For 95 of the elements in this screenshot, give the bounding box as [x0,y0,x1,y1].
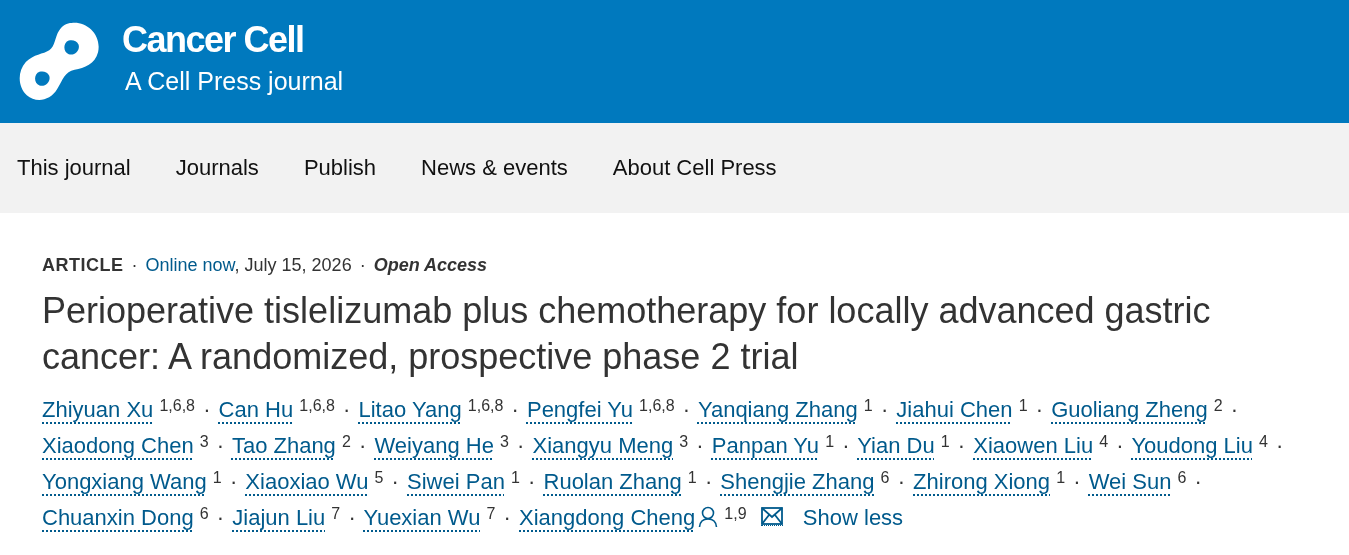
separator-dot: · [229,469,238,494]
author-link[interactable]: Guoliang Zheng [1051,397,1208,422]
author-link[interactable]: Yian Du [857,433,935,458]
author-link[interactable]: Pengfei Yu [526,397,633,422]
author-link[interactable]: Weiyang He [374,433,494,458]
separator-dot: · [359,255,366,276]
affiliation-marks: 6 [199,505,209,522]
affiliation-marks: 7 [486,505,496,522]
publication-date: Online now, July 15, 2026 [145,255,352,276]
separator-dot: · [391,469,399,494]
author-link[interactable]: Shengjie Zhang [720,469,875,494]
separator-dot: · [216,505,225,530]
affiliation-marks: 1 [687,469,697,486]
author-link[interactable]: Ruolan Zhang [543,469,682,494]
affiliation-marks: 1,6,8 [467,397,504,414]
article-type: ARTICLE [42,255,124,276]
separator-dot: · [348,505,356,530]
separator-dot: · [203,397,211,422]
affiliation-marks: 1,6,8 [299,397,335,414]
affiliation-marks: 2 [1213,397,1223,414]
nav-link[interactable]: Publish [303,155,377,181]
author-link[interactable]: Tao Zhang [231,433,336,458]
article-title: Perioperative tislelizumab plus chemotherapy for locally advanced gastric cancer: A randomized, prospective phase 2 trial [42,289,1212,379]
affiliation-marks: 2 [342,433,351,450]
affiliation-marks: 1 [863,397,873,414]
separator-dot: · [511,397,519,422]
show-less-link[interactable]: Show less [802,505,904,530]
affiliation-marks: 4 [1099,433,1109,450]
author-link[interactable]: Youdong Liu [1131,433,1253,458]
separator-dot: · [216,433,225,458]
separator-dot: · [897,469,905,494]
affiliation-marks: 3 [500,433,509,450]
separator-dot: · [343,397,351,422]
separator-dot: · [359,433,367,458]
affiliation-marks: 5 [374,469,384,486]
affiliation-marks: 1 [511,469,520,486]
separator-dot: · [704,469,713,494]
affiliation-marks: 1 [940,433,950,450]
person-icon [698,506,719,528]
affiliation-marks: 1,6,8 [639,397,675,414]
separator-dot: · [682,397,691,422]
author-link[interactable]: Wei Sun [1088,469,1172,494]
logo-icon[interactable] [18,20,100,103]
author-link[interactable]: Chuanxin Dong [42,505,194,530]
author-link[interactable]: Xiaowen Liu [973,433,1094,458]
affiliation-marks: 3 [199,433,209,450]
affiliation-marks: 1 [1018,397,1028,414]
affiliation-marks: 3 [679,433,689,450]
author-link[interactable]: Jiajun Liu [232,505,326,530]
separator-dot: · [1035,397,1043,422]
author-link[interactable]: Yanqiang Zhang [697,397,858,422]
affiliation-marks: 1 [212,469,222,486]
author-link[interactable]: Zhirong Xiong [913,469,1051,494]
affiliation-marks: 7 [331,505,341,522]
separator-dot: · [528,469,536,494]
separator-dot: · [1194,469,1202,494]
affiliation-marks: 6 [1177,469,1187,486]
separator-dot: · [842,433,850,458]
author-link[interactable]: Litao Yang [358,397,462,422]
journal-subtitle: A Cell Press journal [124,67,344,96]
separator-dot: · [1276,433,1284,458]
author-link[interactable]: Xiangdong Cheng [519,505,719,530]
separator-dot: · [1116,433,1124,458]
separator-dot: · [696,433,704,458]
status-link[interactable]: Online now [145,255,235,275]
author-link[interactable]: Xiangyu Meng [532,433,674,458]
separator-dot: · [1073,469,1081,494]
separator-dot: · [880,397,889,422]
access-label: Open Access [373,255,488,276]
journal-name[interactable]: Cancer Cell [122,19,344,61]
author-link[interactable]: Yuexian Wu [363,505,481,530]
affiliation-marks: 1 [1056,469,1066,486]
separator-dot: · [517,433,525,458]
affiliation-marks: 1,6,8 [159,397,195,414]
separator-dot: · [957,433,966,458]
nav-link[interactable]: Journals [175,155,259,181]
nav-link[interactable]: About Cell Press [612,155,777,181]
author-link[interactable]: Xiaoxiao Wu [245,469,369,494]
author-link[interactable]: Siwei Pan [407,469,505,494]
author-link[interactable]: Yongxiang Wang [42,469,207,494]
separator-dot: · [503,505,511,530]
author-link[interactable]: Zhiyuan Xu [42,397,154,422]
affiliation-marks: 1 [825,433,835,450]
nav-link[interactable]: This journal [17,155,131,181]
author-link[interactable]: Panpan Yu [711,433,820,458]
separator-dot: · [131,255,138,276]
author-link[interactable]: Xiaodong Chen [42,433,194,458]
author-link[interactable]: Jiahui Chen [896,397,1013,422]
email-icon[interactable] [760,507,783,526]
affiliation-marks: 1,9 [724,505,747,522]
separator-dot: · [1230,397,1239,422]
author-link[interactable]: Can Hu [218,397,294,422]
nav-link[interactable]: News & events [421,155,568,181]
affiliation-marks: 4 [1259,433,1268,450]
affiliation-marks: 6 [880,469,890,486]
